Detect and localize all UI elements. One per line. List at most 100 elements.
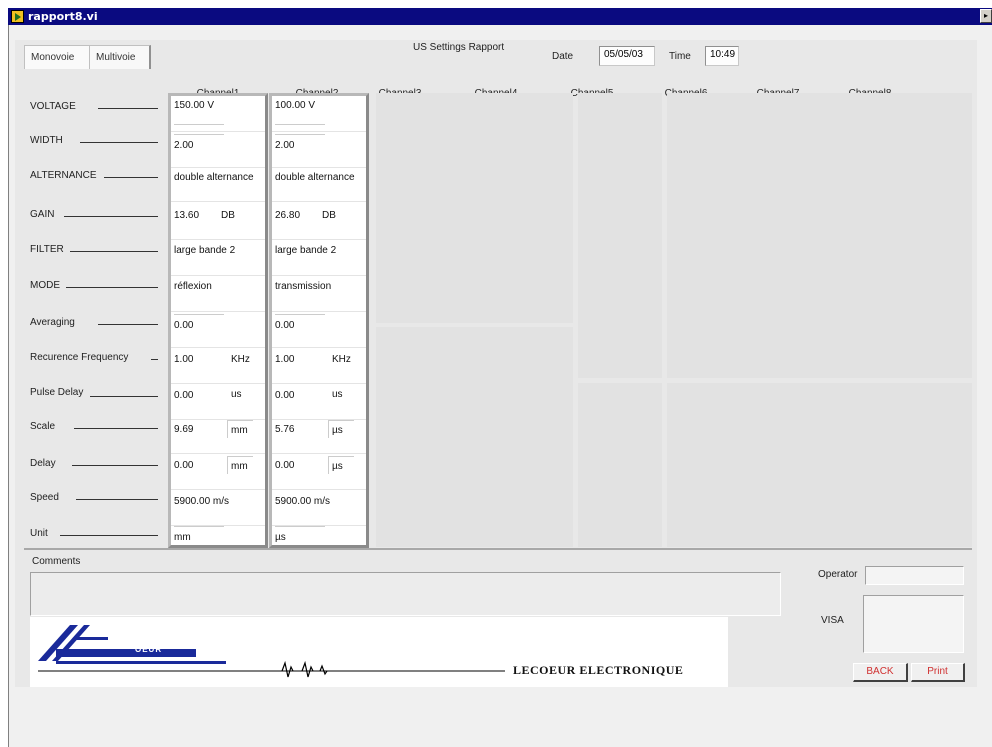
channel2-pulse-delay[interactable]: 0.00 us [272, 384, 366, 420]
comments-label: Comments [32, 556, 81, 567]
company-name: LECOEUR ELECTRONIQUE [513, 663, 684, 677]
time-label: Time [669, 51, 691, 62]
leader-line [98, 324, 158, 325]
tab-multivoie[interactable]: Multivoie [89, 45, 151, 69]
channel2-filter-value: large bande 2 [275, 245, 337, 256]
channel3-4-panel-bottom [376, 327, 573, 547]
channel2-delay-value: 0.00 [275, 460, 295, 471]
channel2-delay[interactable]: 0.00 µs [272, 454, 366, 490]
leader-line [104, 177, 158, 178]
window-menu-button[interactable]: ▸ [980, 9, 992, 23]
print-button[interactable]: Print [911, 663, 965, 682]
comments-field[interactable] [30, 572, 781, 616]
tab-monovoie-label: Monovoie [31, 52, 75, 63]
tab-monovoie[interactable]: Monovoie [24, 45, 90, 69]
tab-multivoie-label: Multivoie [96, 52, 136, 63]
channel2-averaging[interactable]: 0.00 [272, 312, 366, 348]
channel1-scale-value: 9.69 [174, 424, 194, 435]
channel1-width[interactable]: 2.00 [171, 132, 265, 168]
channel2-width-value: 2.00 [275, 140, 295, 151]
row-label-pulse-delay: Pulse Delay [30, 387, 84, 398]
company-logo-area: OEUR LECOEUR ELECTRONIQUE [30, 617, 728, 687]
logo-text: OEUR [135, 645, 163, 654]
channel1-delay-value: 0.00 [174, 460, 194, 471]
page-title: US Settings Rapport [413, 42, 505, 53]
channel2-speed[interactable]: 5900.00 m/s [272, 490, 366, 526]
operator-field[interactable] [865, 566, 964, 585]
channel1-frequency-value: 1.00 [174, 354, 194, 365]
channel2-alternance[interactable]: double alternance [272, 166, 366, 202]
date-label: Date [552, 51, 574, 62]
channel2-frequency-value: 1.00 [275, 354, 295, 365]
channel1-gain-value: 13.60 [174, 210, 200, 221]
leader-line [72, 465, 158, 466]
channel3-4-panel-top [376, 93, 573, 323]
row-label-delay: Delay [30, 458, 56, 469]
channel2-voltage-value: 100.00 V [275, 100, 316, 111]
channel2-averaging-value: 0.00 [275, 320, 295, 331]
channel1-scale-unit[interactable]: mm [231, 425, 248, 436]
channel1-pulse-delay-value: 0.00 [174, 390, 194, 401]
leader-line [80, 142, 158, 143]
channel2-width[interactable]: 2.00 [272, 132, 366, 168]
channel1-gain[interactable]: 13.60 DB [171, 204, 265, 240]
channel1-speed[interactable]: 5900.00 m/s [171, 490, 265, 526]
channel2-frequency[interactable]: 1.00 KHz [272, 348, 366, 384]
visa-field[interactable] [863, 595, 964, 653]
channel2-unit[interactable]: µs [272, 524, 366, 560]
leader-line [151, 359, 158, 360]
channel1-mode[interactable]: réflexion [171, 276, 265, 312]
channel1-frequency-unit: KHz [231, 354, 250, 365]
window-title: rapport8.vi [28, 10, 98, 23]
channel1-alternance[interactable]: double alternance [171, 166, 265, 202]
operator-label: Operator [818, 569, 858, 580]
channel2-speed-value: 5900.00 m/s [275, 496, 331, 507]
leader-line [74, 428, 158, 429]
channel2-mode[interactable]: transmission [272, 276, 366, 312]
channel1-width-value: 2.00 [174, 140, 194, 151]
leader-line [70, 251, 158, 252]
channel2-unit-value: µs [275, 532, 286, 543]
channel1-speed-value: 5900.00 m/s [174, 496, 230, 507]
channel1-pulse-delay[interactable]: 0.00 us [171, 384, 265, 420]
channel1-scale[interactable]: 9.69 mm [171, 418, 265, 454]
channel2-mode-value: transmission [275, 281, 332, 292]
channel2-pulse-delay-unit: us [332, 389, 343, 400]
channel2-scale-unit[interactable]: µs [332, 425, 343, 436]
channel1-alternance-value: double alternance [174, 172, 254, 183]
channel2-gain[interactable]: 26.80 DB [272, 204, 366, 240]
back-button[interactable]: BACK [853, 663, 908, 682]
row-label-scale: Scale [30, 421, 56, 432]
title-bar: rapport8.vi ▸ [8, 8, 992, 25]
channel2-filter[interactable]: large bande 2 [272, 240, 366, 276]
row-label-alternance: ALTERNANCE [30, 170, 97, 181]
channel1-filter[interactable]: large bande 2 [171, 240, 265, 276]
labview-vi-icon [11, 10, 24, 23]
channel5-panel-bottom [578, 383, 662, 547]
channel2-pulse-delay-value: 0.00 [275, 390, 295, 401]
section-divider [24, 548, 972, 550]
time-field[interactable]: 10:49 [705, 46, 739, 66]
leader-line [90, 396, 158, 397]
channel2-voltage[interactable]: 100.00 V [272, 96, 366, 132]
row-label-voltage: VOLTAGE [30, 101, 76, 112]
channel1-gain-unit: DB [221, 210, 235, 221]
date-field[interactable]: 05/05/03 [599, 46, 655, 66]
channel1-delay[interactable]: 0.00 mm [171, 454, 265, 490]
channel2-column: 100.00 V 2.00 double alternance 26.80 DB … [269, 93, 369, 548]
channel1-voltage[interactable]: 150.00 V [171, 96, 265, 132]
channel2-scale[interactable]: 5.76 µs [272, 418, 366, 454]
channel1-averaging-value: 0.00 [174, 320, 194, 331]
channel1-averaging[interactable]: 0.00 [171, 312, 265, 348]
leader-line [98, 108, 158, 109]
channel1-delay-unit[interactable]: mm [231, 461, 248, 472]
channel1-frequency[interactable]: 1.00 KHz [171, 348, 265, 384]
channel1-column: 150.00 V 2.00 double alternance 13.60 DB … [168, 93, 268, 548]
leader-line [76, 499, 158, 500]
channel2-delay-unit[interactable]: µs [332, 461, 343, 472]
leader-line [64, 216, 158, 217]
channel2-frequency-unit: KHz [332, 354, 351, 365]
channel1-unit[interactable]: mm [171, 524, 265, 560]
row-label-averaging: Averaging [30, 317, 75, 328]
channel5-panel-top [578, 93, 662, 378]
